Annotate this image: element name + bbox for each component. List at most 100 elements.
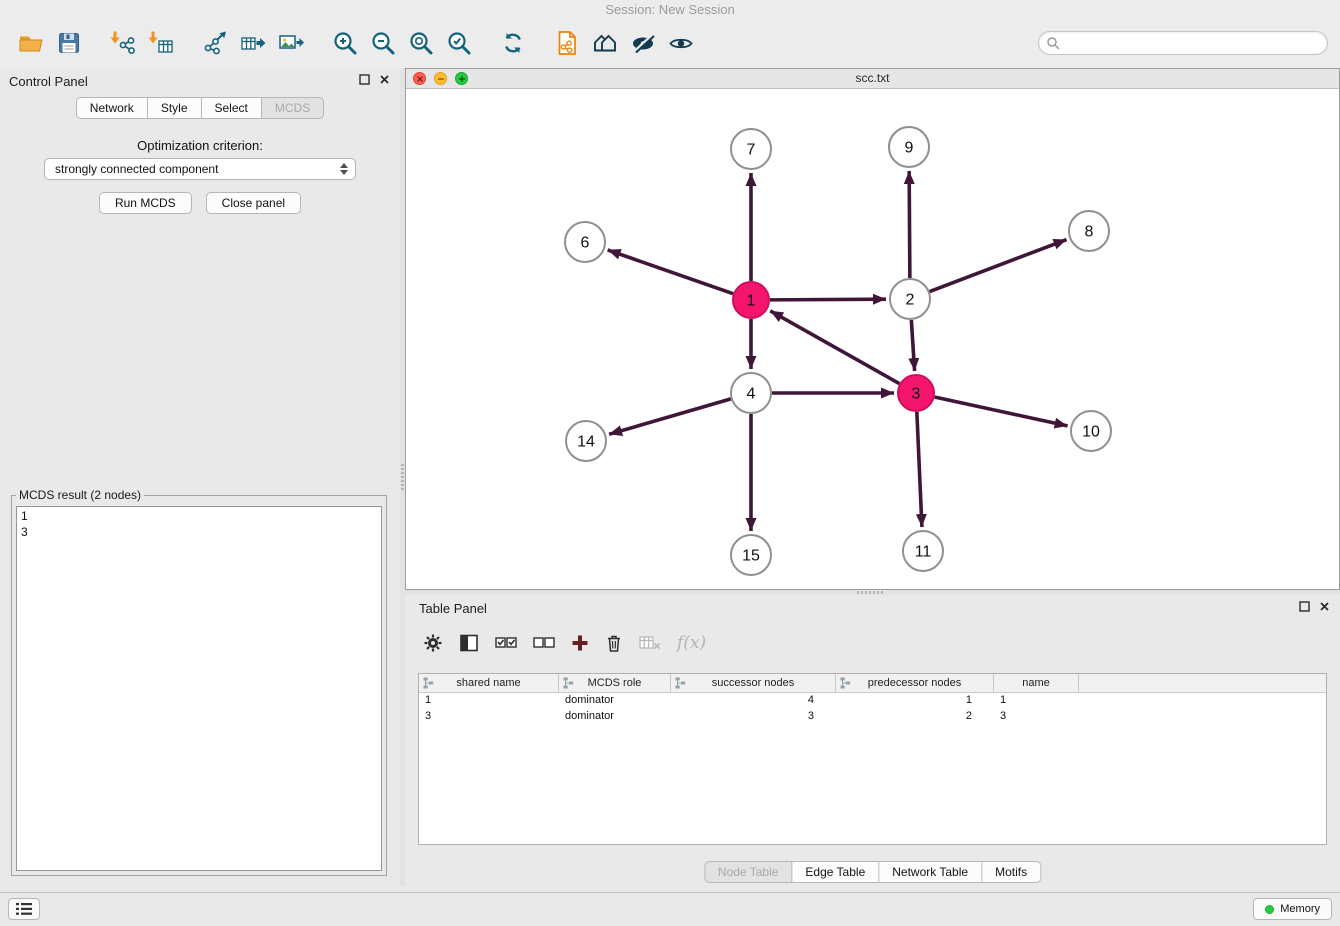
- cell-successor-nodes[interactable]: 4: [671, 693, 836, 709]
- table-row[interactable]: 1 dominator 4 1 1: [419, 693, 1326, 709]
- float-panel-button[interactable]: [359, 74, 370, 85]
- memory-status-dot: [1265, 905, 1274, 914]
- memory-button[interactable]: Memory: [1253, 898, 1332, 920]
- table-settings-button[interactable]: [423, 633, 443, 653]
- import-network-button[interactable]: [104, 24, 142, 62]
- mcds-result-item[interactable]: 3: [21, 524, 377, 540]
- close-panel-button[interactable]: [379, 74, 390, 85]
- graph-edge-3-11[interactable]: [917, 412, 922, 527]
- column-header-successor-nodes[interactable]: successor nodes: [671, 674, 836, 693]
- close-table-panel-button[interactable]: [1319, 601, 1330, 612]
- zoom-fit-button[interactable]: [402, 24, 440, 62]
- mcds-result-box: MCDS result (2 nodes) 1 3: [11, 488, 387, 876]
- open-folder-icon: [18, 30, 44, 56]
- graph-node-10[interactable]: 10: [1071, 411, 1111, 451]
- splitter-grip[interactable]: [857, 591, 883, 594]
- graph-node-7[interactable]: 7: [731, 129, 771, 169]
- graph-node-8[interactable]: 8: [1069, 211, 1109, 251]
- cell-name[interactable]: 3: [994, 709, 1079, 725]
- select-all-columns-button[interactable]: [495, 635, 517, 651]
- cell-name[interactable]: 1: [994, 693, 1079, 709]
- panel-list-button[interactable]: [8, 898, 40, 920]
- graph-edge-2-8[interactable]: [930, 240, 1067, 292]
- cell-mcds-role[interactable]: dominator: [559, 709, 671, 725]
- column-header-shared-name[interactable]: shared name: [419, 674, 559, 693]
- delete-columns-button[interactable]: [605, 633, 623, 653]
- tab-network-table[interactable]: Network Table: [879, 861, 982, 883]
- tab-edge-table[interactable]: Edge Table: [792, 861, 879, 883]
- eye-icon: [668, 30, 694, 56]
- cell-shared-name[interactable]: 3: [419, 709, 559, 725]
- close-panel-action-button[interactable]: Close panel: [206, 192, 301, 214]
- hide-details-button[interactable]: [624, 24, 662, 62]
- network-canvas[interactable]: 7 9 6 8 1 2 4 3 14 10 15 11: [406, 89, 1339, 589]
- float-table-panel-button[interactable]: [1299, 601, 1310, 612]
- graph-node-4[interactable]: 4: [731, 373, 771, 413]
- graph-node-3[interactable]: 3: [898, 375, 934, 411]
- splitter-grip[interactable]: [401, 464, 404, 490]
- mcds-result-title: MCDS result (2 nodes): [16, 488, 144, 502]
- cell-predecessor-nodes[interactable]: 1: [836, 693, 994, 709]
- graph-node-1[interactable]: 1: [733, 282, 769, 318]
- graph-node-15[interactable]: 15: [731, 535, 771, 575]
- window-zoom-button[interactable]: [455, 72, 468, 85]
- graph-edge-2-9[interactable]: [909, 171, 910, 278]
- show-details-button[interactable]: [662, 24, 700, 62]
- table-row[interactable]: 3 dominator 3 2 3: [419, 709, 1326, 725]
- graph-edge-3-10[interactable]: [935, 397, 1068, 426]
- cell-filler: [1079, 693, 1326, 709]
- zoom-out-button[interactable]: [364, 24, 402, 62]
- cell-shared-name[interactable]: 1: [419, 693, 559, 709]
- network-from-document-button[interactable]: [548, 24, 586, 62]
- network-graph[interactable]: 7 9 6 8 1 2 4 3 14 10 15 11: [406, 89, 1339, 589]
- run-mcds-button[interactable]: Run MCDS: [99, 192, 192, 214]
- graph-edge-1-2[interactable]: [770, 299, 886, 300]
- criterion-dropdown[interactable]: strongly connected component: [44, 158, 356, 180]
- cell-filler: [1079, 709, 1326, 725]
- save-session-button[interactable]: [50, 24, 88, 62]
- refresh-button[interactable]: [494, 24, 532, 62]
- open-file-button[interactable]: [12, 24, 50, 62]
- show-column-button[interactable]: [459, 633, 479, 653]
- graph-node-9[interactable]: 9: [889, 127, 929, 167]
- home-button[interactable]: [586, 24, 624, 62]
- cell-successor-nodes[interactable]: 3: [671, 709, 836, 725]
- mcds-result-list[interactable]: 1 3: [16, 506, 382, 871]
- tab-select[interactable]: Select: [202, 97, 262, 119]
- import-table-button[interactable]: [142, 24, 180, 62]
- graph-edge-2-3[interactable]: [911, 320, 914, 371]
- graph-node-2[interactable]: 2: [890, 279, 930, 319]
- function-builder-button[interactable]: f(x): [677, 633, 706, 653]
- window-minimize-button[interactable]: [434, 72, 447, 85]
- export-image-button[interactable]: [272, 24, 310, 62]
- graph-node-11[interactable]: 11: [903, 531, 943, 571]
- graph-edge-3-1[interactable]: [770, 311, 899, 384]
- search-input[interactable]: [1038, 31, 1328, 55]
- delete-table-button[interactable]: [639, 634, 661, 652]
- unselect-all-columns-button[interactable]: [533, 635, 555, 651]
- export-table-button[interactable]: [234, 24, 272, 62]
- new-column-button[interactable]: [571, 634, 589, 652]
- tab-node-table[interactable]: Node Table: [704, 861, 793, 883]
- graph-edge-1-6[interactable]: [608, 250, 733, 294]
- svg-text:2: 2: [906, 292, 915, 309]
- column-header-predecessor-nodes[interactable]: predecessor nodes: [836, 674, 994, 693]
- cell-predecessor-nodes[interactable]: 2: [836, 709, 994, 725]
- column-header-name[interactable]: name: [994, 674, 1079, 693]
- column-label: name: [1022, 677, 1050, 689]
- maximize-icon: [458, 75, 466, 83]
- tab-mcds[interactable]: MCDS: [262, 97, 324, 119]
- graph-node-14[interactable]: 14: [566, 421, 606, 461]
- column-header-mcds-role[interactable]: MCDS role: [559, 674, 671, 693]
- window-close-button[interactable]: [413, 72, 426, 85]
- tab-motifs[interactable]: Motifs: [982, 861, 1041, 883]
- cell-mcds-role[interactable]: dominator: [559, 693, 671, 709]
- zoom-in-button[interactable]: [326, 24, 364, 62]
- export-network-button[interactable]: [196, 24, 234, 62]
- tab-network[interactable]: Network: [76, 97, 148, 119]
- graph-node-6[interactable]: 6: [565, 222, 605, 262]
- mcds-result-item[interactable]: 1: [21, 508, 377, 524]
- zoom-selected-button[interactable]: [440, 24, 478, 62]
- graph-edge-4-14[interactable]: [609, 399, 731, 434]
- tab-style[interactable]: Style: [148, 97, 202, 119]
